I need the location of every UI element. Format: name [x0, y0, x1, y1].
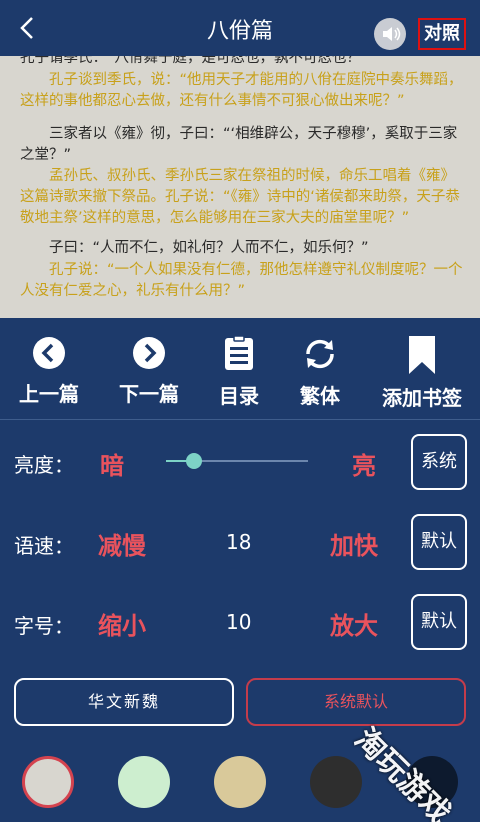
original-text: 孔子谓季氏：“八佾舞于庭，是可忍也，孰不可忍也？”	[20, 56, 369, 66]
fontsize-default-button[interactable]: 默认	[411, 594, 467, 650]
brightness-slider-thumb[interactable]	[186, 453, 203, 469]
theme-swatch-gray[interactable]	[22, 756, 74, 808]
brightness-system-button[interactable]: 系统	[411, 434, 467, 490]
add-bookmark-button[interactable]: 添加书签	[370, 336, 474, 411]
original-text: 子曰：“人而不仁，如礼何？人而不仁，如乐何？”	[49, 240, 369, 256]
traditional-chinese-button[interactable]: 繁体	[275, 336, 365, 409]
theme-swatch-green[interactable]	[118, 756, 170, 808]
next-chapter-button[interactable]: 下一篇	[104, 336, 194, 407]
speed-label: 语速：	[14, 534, 74, 558]
translation-text: 孔子谈到季氏，说：“他用天子才能用的八佾在庭院中奏乐舞蹈，这样的事他都忍心去做，…	[20, 72, 463, 109]
brightness-dark-label: 暗	[100, 452, 124, 480]
next-chapter-label: 下一篇	[119, 382, 179, 406]
nav-bar: 上一篇 下一篇 目录 繁体 添加书签	[0, 318, 480, 420]
font-select-button[interactable]: 华文新魏	[14, 678, 234, 726]
fontsize-label: 字号：	[14, 614, 74, 638]
document-list-icon	[225, 336, 253, 370]
compare-button[interactable]: 对照	[418, 18, 466, 50]
fontsize-value: 10	[226, 610, 252, 634]
toc-button[interactable]: 目录	[194, 336, 284, 409]
prev-chapter-button[interactable]: 上一篇	[4, 336, 94, 407]
reading-pane[interactable]: 孔子谓季氏：“八佾舞于庭，是可忍也，孰不可忍也？” 孔子谈到季氏，说：“他用天子…	[0, 56, 480, 318]
theme-swatch-dark[interactable]	[310, 756, 362, 808]
refresh-icon	[306, 339, 334, 369]
translation-text: 孟孙氏、叔孙氏、季孙氏三家在祭祖的时候，命乐工唱着《雍》这篇诗歌来撤下祭品。孔子…	[20, 168, 460, 226]
bookmark-icon	[409, 336, 435, 374]
speed-value: 18	[226, 530, 252, 554]
traditional-chinese-label: 繁体	[300, 384, 340, 408]
fontsize-larger-button[interactable]: 放大	[330, 606, 378, 641]
speed-faster-button[interactable]: 加快	[330, 526, 378, 561]
fontsize-smaller-button[interactable]: 缩小	[98, 606, 146, 641]
add-bookmark-label: 添加书签	[382, 386, 462, 410]
top-bar: 八佾篇 对照	[0, 0, 480, 56]
chevron-right-circle-icon	[133, 337, 165, 369]
brightness-bright-label: 亮	[352, 452, 376, 480]
speed-slower-button[interactable]: 减慢	[98, 526, 146, 561]
toc-label: 目录	[219, 384, 259, 408]
speed-default-button[interactable]: 默认	[411, 514, 467, 570]
translation-text: 孔子说：“一个人如果没有仁德，那他怎样遵守礼仪制度呢？一个人没有仁爱之心，礼乐有…	[20, 262, 463, 299]
brightness-label: 亮度：	[14, 453, 74, 477]
prev-chapter-label: 上一篇	[19, 382, 79, 406]
speaker-icon[interactable]	[374, 18, 406, 50]
system-default-font-button[interactable]: 系统默认	[246, 678, 466, 726]
theme-swatch-tan[interactable]	[214, 756, 266, 808]
chevron-left-circle-icon	[33, 337, 65, 369]
original-text: 三家者以《雍》彻，子曰：“‘相维辟公，天子穆穆’，奚取于三家之堂？”	[20, 126, 458, 163]
page-title: 八佾篇	[206, 19, 273, 44]
